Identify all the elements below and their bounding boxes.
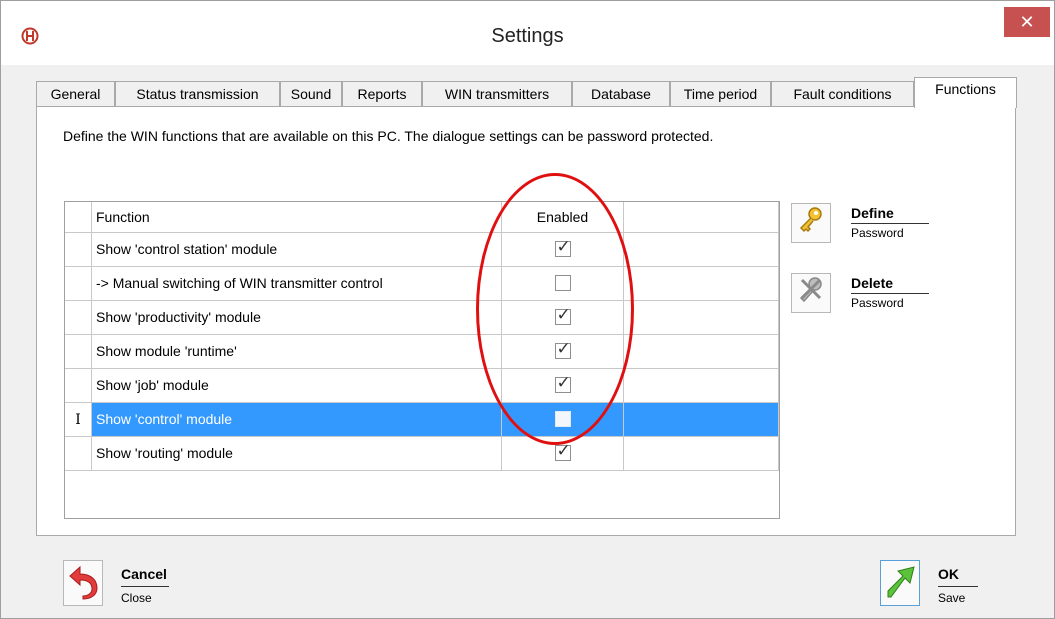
ok-label: OK (938, 566, 959, 582)
panel-description: Define the WIN functions that are availa… (63, 128, 714, 144)
enabled-checkbox[interactable]: ✓ (554, 339, 571, 359)
tab-functions[interactable]: Functions (914, 77, 1017, 108)
green-arrow-icon (880, 560, 920, 606)
close-icon: ✕ (1019, 12, 1035, 32)
tab-win-transmitters[interactable]: WIN transmitters (422, 81, 572, 106)
enabled-cell (502, 267, 624, 301)
tab-general[interactable]: General (36, 81, 115, 106)
tab-database[interactable]: Database (572, 81, 670, 106)
function-name[interactable]: Show 'job' module (92, 369, 502, 403)
row-selector[interactable] (65, 369, 92, 403)
define-password-button[interactable]: Define Password (791, 203, 931, 253)
table-row[interactable]: Show module 'runtime' ✓ (65, 335, 779, 369)
function-name[interactable]: Show 'routing' module (92, 437, 502, 471)
table-row[interactable]: Show 'productivity' module ✓ (65, 301, 779, 335)
table-row[interactable]: Show 'routing' module ✓ (65, 437, 779, 471)
table-row[interactable]: -> Manual switching of WIN transmitter c… (65, 267, 779, 301)
enabled-checkbox[interactable]: ✓ (554, 237, 571, 257)
checkmark-icon: ✓ (556, 440, 571, 460)
enabled-checkbox[interactable]: ✓ (554, 373, 571, 393)
function-name[interactable]: Show 'control' module (92, 403, 502, 437)
define-sublabel: Password (851, 226, 904, 240)
checkmark-icon: ✓ (556, 338, 571, 358)
enabled-checkbox[interactable]: ✓ (554, 305, 571, 325)
row-selector[interactable] (65, 233, 92, 267)
column-header-enabled[interactable]: Enabled (502, 202, 624, 233)
close-button[interactable]: ✕ (1004, 7, 1050, 37)
key-icon (791, 203, 831, 243)
checkmark-icon: ✓ (556, 304, 571, 324)
enabled-cell: ✓ (502, 301, 624, 335)
text-cursor-icon: I (75, 412, 81, 428)
define-label: Define (851, 205, 894, 221)
table-row[interactable]: Show 'job' module ✓ (65, 369, 779, 403)
delete-sublabel: Password (851, 296, 904, 310)
table-row[interactable]: Show 'control station' module ✓ (65, 233, 779, 267)
functions-grid[interactable]: Function Enabled Show 'control station' … (64, 201, 780, 519)
ok-button[interactable]: OK Save (880, 560, 1000, 610)
tab-reports[interactable]: Reports (342, 81, 422, 106)
table-row-selected[interactable]: I Show 'control' module (65, 403, 779, 437)
delete-password-button[interactable]: Delete Password (791, 273, 931, 323)
enabled-checkbox[interactable]: ✓ (554, 441, 571, 461)
enabled-checkbox[interactable] (554, 274, 571, 291)
delete-key-icon (791, 273, 831, 313)
grid-header-row: Function Enabled (65, 202, 779, 236)
row-selector[interactable] (65, 301, 92, 335)
function-name[interactable]: Show 'productivity' module (92, 301, 502, 335)
enabled-cell: ✓ (502, 233, 624, 267)
enabled-checkbox[interactable] (554, 410, 571, 427)
undo-arrow-icon (63, 560, 103, 606)
cancel-button[interactable]: Cancel Close (63, 560, 183, 610)
row-selector[interactable] (65, 437, 92, 471)
row-selector[interactable] (65, 335, 92, 369)
delete-label: Delete (851, 275, 894, 291)
tab-status-transmission[interactable]: Status transmission (115, 81, 280, 106)
functions-panel: Define the WIN functions that are availa… (36, 106, 1016, 536)
function-name[interactable]: -> Manual switching of WIN transmitter c… (92, 267, 502, 301)
tab-fault-conditions[interactable]: Fault conditions (771, 81, 914, 106)
enabled-cell (502, 403, 624, 437)
checkmark-icon: ✓ (556, 236, 571, 256)
enabled-cell: ✓ (502, 369, 624, 403)
function-name[interactable]: Show module 'runtime' (92, 335, 502, 369)
window-title: Settings (491, 25, 564, 47)
function-name[interactable]: Show 'control station' module (92, 233, 502, 267)
cancel-sublabel: Close (121, 591, 152, 605)
enabled-cell: ✓ (502, 335, 624, 369)
ok-sublabel: Save (938, 591, 966, 605)
settings-window: Settings ✕ General Status transmission S… (0, 0, 1055, 619)
tab-time-period[interactable]: Time period (670, 81, 771, 106)
title-bar: Settings ✕ (1, 1, 1054, 65)
row-header-cell (65, 202, 92, 233)
tab-sound[interactable]: Sound (280, 81, 342, 106)
checkmark-icon: ✓ (556, 372, 571, 392)
row-selector[interactable]: I (65, 403, 92, 437)
row-selector[interactable] (65, 267, 92, 301)
cancel-label: Cancel (121, 566, 167, 582)
column-header-empty (624, 202, 779, 233)
enabled-cell: ✓ (502, 437, 624, 471)
column-header-function[interactable]: Function (92, 202, 502, 233)
